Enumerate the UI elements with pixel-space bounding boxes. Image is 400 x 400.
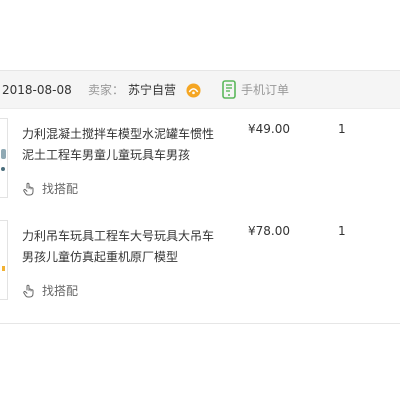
seller-label: 卖家： <box>88 83 125 97</box>
find-match-label: 找搭配 <box>42 284 79 298</box>
order-date: 2018-08-08 <box>2 83 72 97</box>
product-title-link[interactable]: 力利吊车玩具工程车大号玩具大吊车 男孩儿童仿真起重机原厂模型 <box>22 226 222 268</box>
order-item: 力利吊车玩具工程车大号玩具大吊车 男孩儿童仿真起重机原厂模型 找搭配 ¥78.0… <box>0 220 400 310</box>
seller-name-link[interactable]: 苏宁自营 <box>128 71 176 109</box>
hand-pointer-icon <box>23 182 34 196</box>
phone-icon <box>222 80 236 99</box>
order-header: 2018-08-08 卖家： 苏宁自营 手机订单 <box>0 71 400 109</box>
item-price: ¥78.00 <box>248 224 290 238</box>
order-card: 2018-08-08 卖家： 苏宁自营 手机订单 力利混凝土搅拌车模型水泥罐车惯… <box>0 70 400 324</box>
product-thumbnail[interactable] <box>0 220 8 300</box>
product-thumbnail[interactable] <box>0 118 8 198</box>
mobile-order-label: 手机订单 <box>241 83 290 97</box>
suning-orange-icon[interactable] <box>186 83 201 98</box>
find-match-label: 找搭配 <box>42 182 79 196</box>
hand-pointer-icon <box>23 284 34 298</box>
item-quantity: 1 <box>338 122 346 136</box>
item-price: ¥49.00 <box>248 122 290 136</box>
product-title-link[interactable]: 力利混凝土搅拌车模型水泥罐车惯性泥土工程车男童儿童玩具车男孩 <box>22 124 222 166</box>
item-quantity: 1 <box>338 224 346 238</box>
order-item: 力利混凝土搅拌车模型水泥罐车惯性泥土工程车男童儿童玩具车男孩 找搭配 ¥49.0… <box>0 118 400 208</box>
